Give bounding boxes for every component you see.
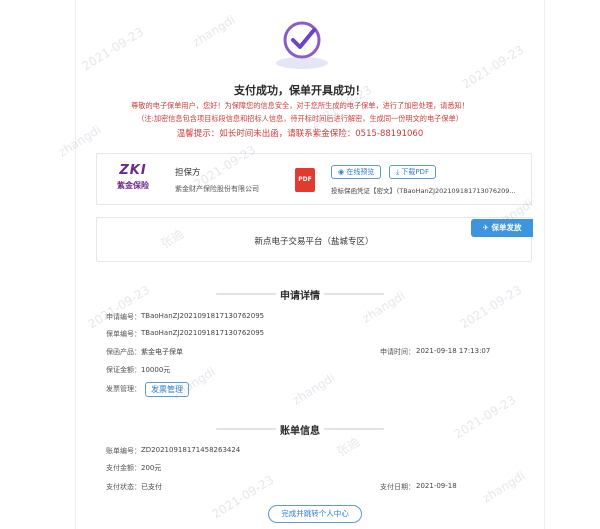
product-value: 紫金电子保单 — [141, 348, 183, 356]
pay-status-value: 已支付 — [141, 483, 162, 491]
product-label: 保函产品： — [106, 348, 141, 356]
amount-value: 10000元 — [141, 366, 171, 374]
preview-online-button[interactable]: ◉ 在线预览 — [331, 165, 382, 179]
policy-no-label: 保单编号： — [106, 330, 141, 338]
pay-amount-value: 200元 — [141, 464, 162, 472]
invoice-manage-button[interactable]: 发票管理 — [145, 382, 189, 397]
insurer-logo: ZKI 紫金保险 — [113, 164, 153, 196]
logo-text: 紫金保险 — [117, 181, 149, 190]
invoice-label: 发票管理： — [106, 385, 141, 393]
bill-no-label: 账单编号： — [106, 447, 141, 455]
platform-name: 新点电子交易平台（盐城专区） — [254, 237, 374, 247]
encryption-note: （注:加密信息包含项目标段信息和招标人信息，待开标时间后进行解密，生成同一份明文… — [137, 114, 463, 123]
billing-section-title: 账单信息 — [280, 426, 320, 437]
success-check-icon — [276, 21, 328, 69]
pay-date-label: 支付日期： — [380, 483, 415, 491]
apply-no-value: TBaoHanZJ2021091817130762095 — [141, 312, 265, 320]
pdf-file-icon: PDF — [295, 168, 315, 192]
application-section-title: 申请详情 — [280, 291, 320, 302]
finish-and-go-personal-center-button[interactable]: 完成并跳转个人中心 — [268, 505, 362, 523]
download-pdf-button[interactable]: ⤓ 下载PDF — [389, 165, 436, 179]
guarantor-label: 担保方 — [175, 168, 201, 178]
logo-mark: ZKI — [119, 163, 147, 178]
contact-hint: 温馨提示：如长时间未出函，请联系紫金保险：0515-88191060 — [176, 129, 424, 139]
apply-time-value: 2021-09-18 17:13:07 — [416, 347, 491, 355]
section-divider-right — [324, 428, 384, 430]
platform-card: 新点电子交易平台（盐城专区） ✈ 保单发放 — [96, 217, 533, 262]
guarantor-name: 紫金财产保险股份有限公司 — [175, 185, 259, 193]
policy-issue-badge[interactable]: ✈ 保单发放 — [471, 219, 533, 237]
bid-guarantee-voucher: 投标保函凭证【密文】（TBaoHanZJ202109181713076209..… — [331, 187, 516, 195]
apply-time-label: 申请时间： — [380, 348, 415, 356]
bill-no-value: ZD20210918171458263424 — [141, 446, 241, 454]
policy-no-value: TBaoHanZJ2021091817130762095 — [141, 329, 265, 337]
encryption-notice: 尊敬的电子保单用户，您好！为保障您的信息安全，对于您所生成的电子保单，进行了加密… — [131, 101, 469, 110]
amount-label: 保证金额： — [106, 366, 141, 374]
pay-amount-label: 支付金额： — [106, 464, 141, 472]
pay-date-value: 2021-09-18 — [416, 482, 457, 490]
page-title: 支付成功，保单开具成功！ — [234, 84, 366, 97]
guarantor-card: ZKI 紫金保险 担保方 紫金财产保险股份有限公司 PDF ◉ 在线预览 ⤓ 下… — [96, 153, 532, 205]
apply-no-label: 申请编号： — [106, 313, 141, 321]
pay-status-label: 支付状态： — [106, 483, 141, 491]
section-divider-right — [324, 293, 384, 295]
